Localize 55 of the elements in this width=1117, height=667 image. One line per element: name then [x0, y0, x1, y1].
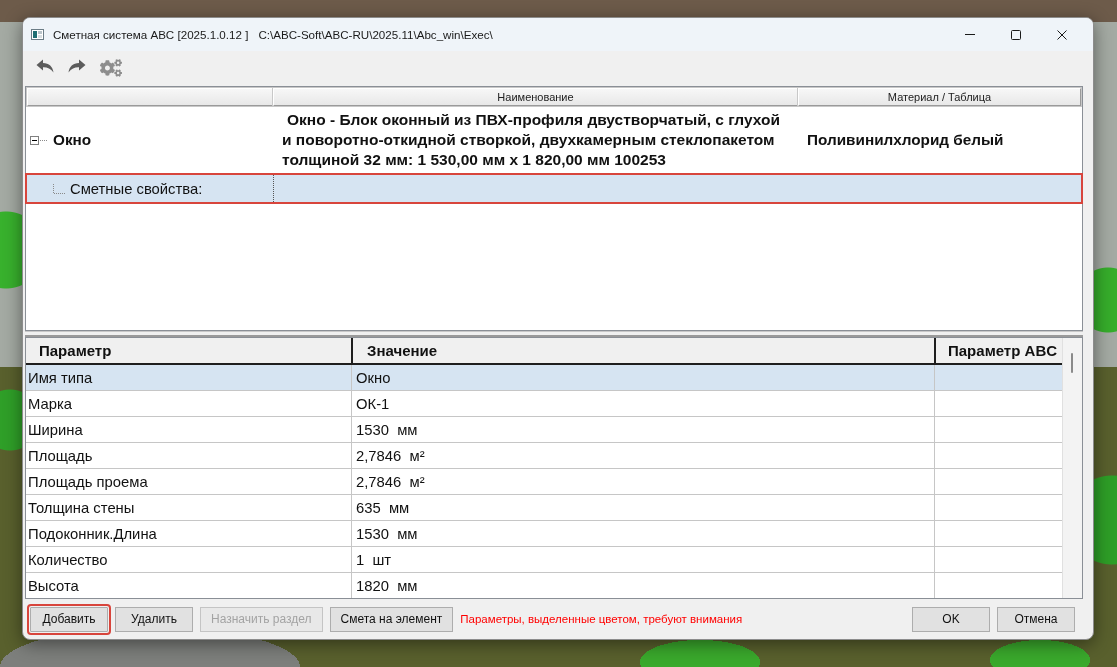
tree-row[interactable]: Сметные свойства: — [27, 175, 1081, 202]
minimize-icon — [965, 34, 975, 35]
parameter-name: Толщина стены — [28, 499, 135, 516]
parameter-name: Подоконник.Длина — [28, 525, 157, 542]
material-name: Поливинилхлорид белый — [807, 131, 1004, 149]
parameter-row[interactable]: Марка ОК-1 — [26, 391, 1062, 417]
tree-item-name: Окно — [53, 131, 92, 149]
parameter-row[interactable]: Толщина стены 635 мм — [26, 495, 1062, 521]
warning-text: Параметры, выделенные цветом, требуют внимания — [460, 613, 743, 625]
parameter-value: 1820 мм — [356, 577, 418, 594]
parameter-name: Марка — [28, 395, 72, 412]
collapse-icon[interactable] — [30, 135, 48, 145]
app-icon — [31, 29, 44, 40]
blank-column-header[interactable] — [27, 88, 273, 106]
tree-item-name: Сметные свойства: — [70, 180, 203, 197]
parameter-row[interactable]: Площадь проема 2,7846 м² — [26, 469, 1062, 495]
action-button[interactable]: Смета на элемент — [329, 606, 454, 632]
ok-button[interactable]: OK — [912, 606, 990, 632]
tree-line-icon — [53, 183, 65, 194]
parameter-name: Площадь — [28, 447, 93, 464]
window-path: C:\ABC-Soft\ABC-RU\2025.11\Abc_win\Exec\ — [258, 28, 493, 41]
parameter-row[interactable]: Имя типа Окно — [26, 365, 1062, 391]
parameter-row[interactable]: Площадь 2,7846 м² — [26, 443, 1062, 469]
element-description: Окно - Блок оконный из ПВХ-профиля двустворчатый, с глухой и поворотно-откидной створкой, двухкамерным стеклопакетом толщиной 32 мм: 1 530,00 мм x 1 820,00 мм 100253 — [281, 110, 781, 170]
parameter-name: Имя типа — [28, 369, 93, 386]
scrollbar-thumb[interactable] — [1071, 353, 1073, 373]
parameter-name: Ширина — [28, 421, 83, 438]
parameter-row[interactable]: Ширина 1530 мм — [26, 417, 1062, 443]
parameter-value: 1530 мм — [356, 525, 418, 542]
parameter-value: 1 шт — [356, 551, 392, 568]
column-header[interactable]: Параметр — [26, 338, 351, 363]
column-header[interactable]: Материал / Таблица — [798, 88, 1081, 106]
parameter-value: 2,7846 м² — [356, 447, 425, 464]
close-icon — [1057, 29, 1067, 40]
parameter-value: Окно — [356, 369, 391, 386]
parameter-name: Высота — [28, 577, 79, 594]
action-button[interactable]: Добавить — [30, 606, 108, 632]
redo-icon[interactable] — [68, 59, 86, 73]
action-button[interactable]: Удалить — [115, 606, 193, 632]
parameter-value: 1530 мм — [356, 421, 418, 438]
parameter-row[interactable]: Количество 1 шт — [26, 547, 1062, 573]
parameter-value: ОК-1 — [356, 395, 390, 412]
parameter-value: 2,7846 м² — [356, 473, 425, 490]
parameter-name: Площадь проема — [28, 473, 148, 490]
gears-icon[interactable] — [100, 57, 122, 79]
cancel-button[interactable]: Отмена — [997, 606, 1075, 632]
vertical-scrollbar[interactable] — [1062, 338, 1082, 598]
parameter-value: 635 мм — [356, 499, 410, 516]
undo-icon[interactable] — [36, 59, 54, 73]
column-header[interactable]: Значение — [351, 338, 934, 363]
window-title: Сметная система ABC [2025.1.0.12 ] — [53, 28, 249, 41]
maximize-icon — [1011, 29, 1021, 40]
parameter-name: Количество — [28, 551, 108, 568]
column-header[interactable]: Наименование — [273, 88, 798, 106]
parameter-row[interactable]: Подоконник.Длина 1530 мм — [26, 521, 1062, 547]
